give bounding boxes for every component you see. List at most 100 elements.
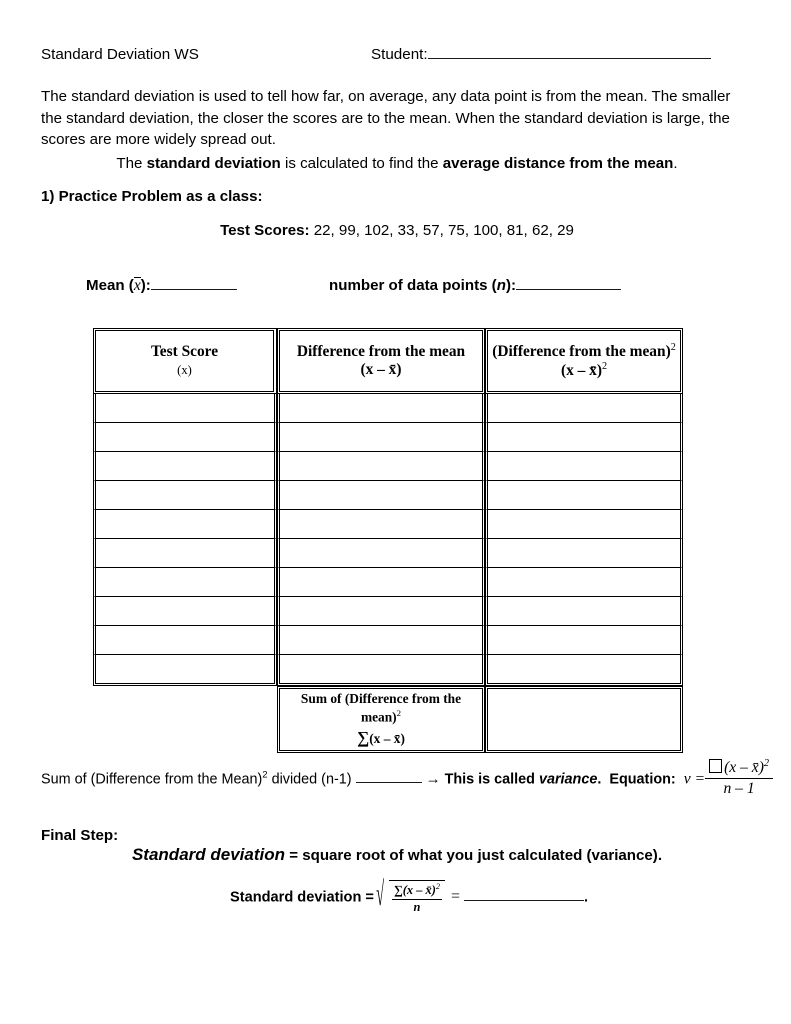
cell-difference-squared[interactable] — [485, 597, 683, 626]
table-row[interactable] — [93, 394, 683, 423]
formula-denominator: n — [413, 899, 421, 914]
cell-score[interactable] — [93, 626, 277, 655]
missing-sigma-box-icon — [709, 759, 723, 774]
cell-score[interactable] — [93, 452, 277, 481]
cell-difference-squared[interactable] — [485, 510, 683, 539]
cell-difference[interactable] — [277, 423, 485, 452]
cell-difference-squared[interactable] — [485, 394, 683, 423]
student-label: Student: — [371, 45, 428, 63]
formula-numerator-exponent: 2 — [435, 882, 440, 891]
statement-part-3: . — [673, 155, 678, 172]
column-header-difference-title: Difference from the mean — [296, 342, 466, 360]
cell-difference[interactable] — [277, 452, 485, 481]
test-scores-values: 22, 99, 102, 33, 57, 75, 100, 81, 62, 29 — [313, 222, 574, 239]
cell-difference[interactable] — [277, 568, 485, 597]
formula-numerator-expression: (x – x̄) — [402, 883, 436, 898]
standard-deviation-table: Test Score (x) Difference from the mean … — [93, 328, 683, 754]
sum-row-expression: (x – x̄) — [369, 730, 405, 746]
cell-score[interactable] — [93, 510, 277, 539]
statement-bold-1: standard deviation — [146, 155, 281, 172]
cell-difference-squared[interactable] — [485, 655, 683, 686]
table-row[interactable] — [93, 597, 683, 626]
n-value-input[interactable] — [516, 275, 622, 290]
table-row[interactable] — [93, 568, 683, 597]
cell-difference[interactable] — [277, 626, 485, 655]
cell-score[interactable] — [93, 423, 277, 452]
student-name-input[interactable] — [427, 44, 711, 59]
column-header-difference-squared-symbol-exponent: 2 — [601, 361, 608, 372]
variance-equation-fraction: (x – x̄)2 n – 1 — [705, 758, 774, 797]
formula-equals-sign: = — [450, 888, 460, 906]
equation-label: Equation: — [609, 771, 676, 788]
page-header: Standard Deviation WS Student: — [41, 44, 751, 64]
radical-content: ∑(x – x̄)2 n — [388, 880, 445, 915]
formula-fraction: ∑(x – x̄)2 n — [391, 882, 442, 914]
table-row[interactable] — [93, 539, 683, 568]
cell-difference[interactable] — [277, 481, 485, 510]
cell-difference-squared[interactable] — [485, 568, 683, 597]
table-row[interactable] — [93, 452, 683, 481]
formula-sigma-icon: ∑ — [393, 883, 403, 898]
table-row[interactable] — [93, 655, 683, 686]
column-header-test-score-title: Test Score — [150, 342, 219, 360]
standard-deviation-result-input[interactable] — [463, 887, 584, 902]
standard-deviation-formula: Standard deviation = ∑(x – x̄)2 n =. — [230, 880, 588, 915]
radical-icon: ∑(x – x̄)2 n — [376, 880, 445, 915]
intro-paragraph: The standard deviation is used to tell h… — [41, 88, 731, 149]
mean-field-group: Mean (x): — [86, 275, 329, 295]
cell-score[interactable] — [93, 568, 277, 597]
cell-score[interactable] — [93, 597, 277, 626]
table-row[interactable] — [93, 626, 683, 655]
final-step-emphasis: Standard deviation — [131, 845, 285, 864]
table-header-row: Test Score (x) Difference from the mean … — [93, 328, 683, 394]
cell-difference[interactable] — [277, 539, 485, 568]
statement-part-2: is calculated to find the — [280, 155, 443, 172]
test-scores-label: Test Scores: — [220, 222, 310, 239]
variance-equation-numerator: (x – x̄)2 — [705, 758, 774, 779]
n-label-post: ): — [505, 276, 517, 294]
cell-difference[interactable] — [277, 394, 485, 423]
cell-difference-squared[interactable] — [485, 626, 683, 655]
mean-and-n-line: Mean (x): number of data points (n): — [86, 275, 746, 295]
cell-score[interactable] — [93, 655, 277, 686]
variance-value-input[interactable] — [355, 769, 422, 784]
n-symbol: n — [496, 276, 506, 294]
sum-row-value-cell[interactable] — [485, 686, 683, 754]
column-header-difference-squared-title: (Difference from the mean) — [492, 342, 671, 360]
n-label-pre: number of data points ( — [329, 276, 497, 294]
mean-label-post: ): — [140, 276, 151, 294]
column-header-difference-squared: (Difference from the mean)2 (x – x̄)2 — [485, 328, 683, 394]
cell-score[interactable] — [93, 481, 277, 510]
table-row[interactable] — [93, 481, 683, 510]
final-step-sentence: Standard deviation = square root of what… — [41, 845, 753, 865]
mean-value-input[interactable] — [150, 275, 237, 290]
cell-difference[interactable] — [277, 655, 485, 686]
formula-label: Standard deviation = — [230, 889, 374, 906]
cell-difference[interactable] — [277, 597, 485, 626]
variance-text-mid: divided (n-1) — [267, 771, 352, 788]
worksheet-page: Standard Deviation WS Student: The standa… — [0, 0, 791, 1024]
sigma-icon: ∑ — [357, 727, 370, 747]
cell-difference-squared[interactable] — [485, 452, 683, 481]
final-step-sentence-rest: = square root of what you just calculate… — [285, 847, 663, 864]
sum-row-label-text: Sum of (Difference from the mean) — [300, 691, 462, 725]
page-title: Standard Deviation WS — [41, 45, 199, 63]
statement-part-1: The — [116, 155, 147, 172]
variance-emphasis: variance — [538, 771, 598, 788]
practice-problem-heading: 1) Practice Problem as a class: — [41, 188, 263, 205]
cell-score[interactable] — [93, 539, 277, 568]
table-row[interactable] — [93, 423, 683, 452]
formula-numerator: ∑(x – x̄)2 — [391, 882, 442, 900]
cell-difference-squared[interactable] — [485, 481, 683, 510]
cell-difference-squared[interactable] — [485, 539, 683, 568]
sum-row-spacer — [93, 686, 277, 754]
table-row[interactable] — [93, 510, 683, 539]
cell-difference[interactable] — [277, 510, 485, 539]
cell-difference-squared[interactable] — [485, 423, 683, 452]
variance-line: Sum of (Difference from the Mean) 2 divid… — [41, 758, 774, 799]
mean-label-pre: Mean ( — [86, 276, 134, 294]
sum-row-label-exponent: 2 — [396, 707, 402, 718]
column-header-difference: Difference from the mean (x – x̄) — [277, 328, 485, 394]
variance-text-pre: Sum of (Difference from the Mean) — [41, 771, 263, 788]
cell-score[interactable] — [93, 394, 277, 423]
